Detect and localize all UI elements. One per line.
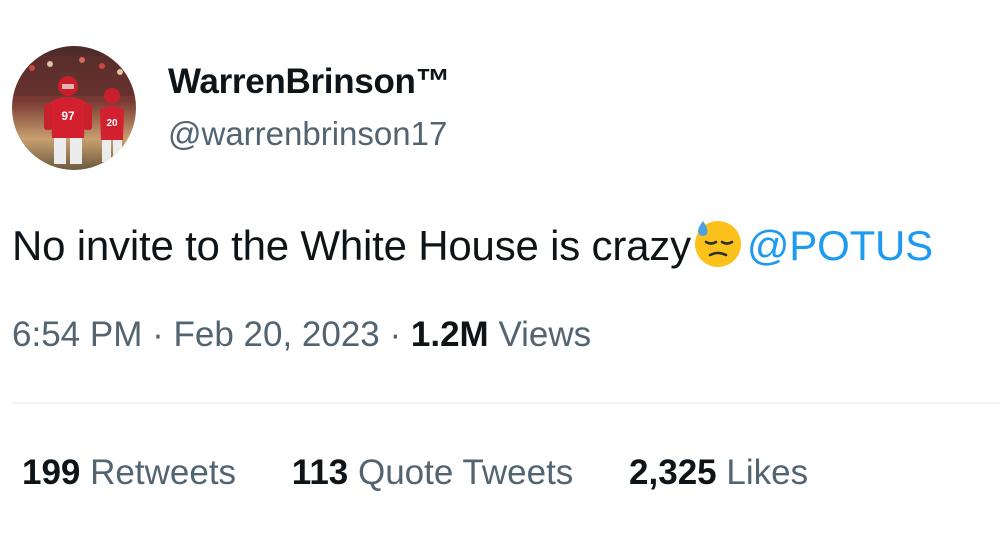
views-label: Views [498, 315, 592, 354]
display-name[interactable]: WarrenBrinson™ [168, 62, 451, 102]
divider [12, 402, 1000, 404]
user-handle[interactable]: @warrenbrinson17 [168, 114, 447, 154]
avatar-jersey-20: 20 [106, 118, 118, 129]
tweet-meta: 6:54 PM · Feb 20, 2023 · 1.2M Views [12, 314, 591, 356]
likes-count: 2,325 [629, 453, 717, 492]
quote-tweets-stat[interactable]: 113 Quote Tweets [292, 452, 574, 494]
quote-tweets-label: Quote Tweets [357, 453, 574, 492]
engagement-stats: 199 Retweets 113 Quote Tweets 2,325 Like… [22, 452, 808, 494]
likes-label: Likes [726, 453, 809, 492]
retweets-stat[interactable]: 199 Retweets [22, 452, 236, 494]
tweet-text: No invite to the White House is crazy @P… [12, 218, 933, 270]
avatar-jersey-97: 97 [61, 109, 75, 123]
avatar[interactable]: 97 20 [12, 46, 136, 170]
retweets-count: 199 [22, 453, 81, 492]
tweet-time[interactable]: 6:54 PM [12, 315, 142, 354]
downcast-face-with-sweat-icon [692, 218, 744, 270]
avatar-photo: 97 20 [12, 46, 136, 170]
tweet-text-body: No invite to the White House is crazy [12, 222, 691, 269]
retweets-label: Retweets [90, 453, 237, 492]
quote-tweets-count: 113 [291, 453, 349, 492]
likes-stat[interactable]: 2,325 Likes [629, 452, 808, 494]
views-count: 1.2M [410, 315, 489, 354]
meta-separator: · [152, 315, 164, 354]
tweet-date[interactable]: Feb 20, 2023 [173, 315, 379, 354]
meta-separator: · [389, 315, 402, 354]
mention-link[interactable]: @POTUS [747, 222, 933, 269]
tweet-card: 97 20 WarrenBrinson™ @warrenbrinson17 No… [0, 0, 1000, 534]
